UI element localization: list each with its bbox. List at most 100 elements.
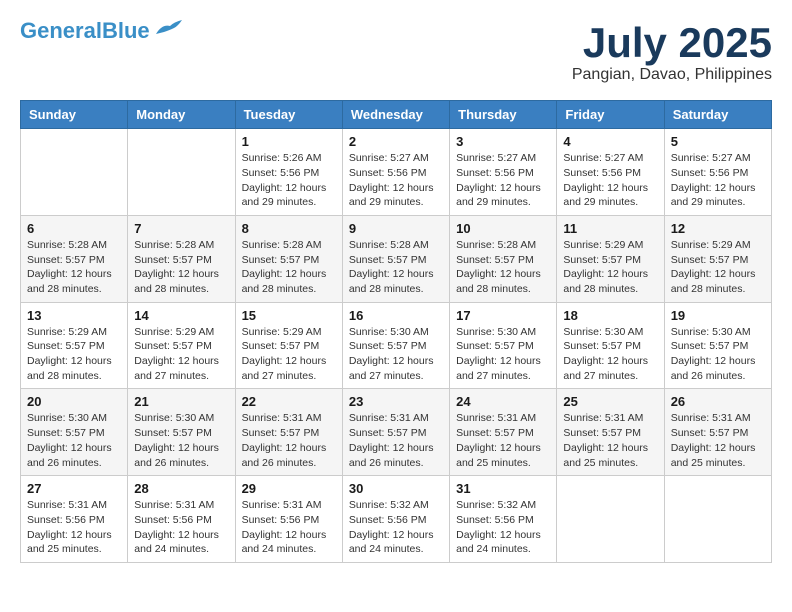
- day-number: 6: [27, 221, 121, 236]
- day-number: 26: [671, 394, 765, 409]
- calendar-week-row: 6 Sunrise: 5:28 AM Sunset: 5:57 PM Daylig…: [21, 215, 772, 302]
- day-number: 11: [563, 221, 657, 236]
- day-number: 18: [563, 308, 657, 323]
- day-info: Sunrise: 5:31 AM Sunset: 5:57 PM Dayligh…: [242, 411, 336, 470]
- calendar-cell: 7 Sunrise: 5:28 AM Sunset: 5:57 PM Daylig…: [128, 215, 235, 302]
- day-number: 1: [242, 134, 336, 149]
- day-number: 22: [242, 394, 336, 409]
- location: Pangian, Davao, Philippines: [572, 66, 772, 84]
- day-number: 5: [671, 134, 765, 149]
- day-info: Sunrise: 5:30 AM Sunset: 5:57 PM Dayligh…: [27, 411, 121, 470]
- day-info: Sunrise: 5:30 AM Sunset: 5:57 PM Dayligh…: [563, 325, 657, 384]
- day-info: Sunrise: 5:27 AM Sunset: 5:56 PM Dayligh…: [671, 151, 765, 210]
- calendar-cell: 4 Sunrise: 5:27 AM Sunset: 5:56 PM Daylig…: [557, 129, 664, 216]
- calendar-cell: 6 Sunrise: 5:28 AM Sunset: 5:57 PM Daylig…: [21, 215, 128, 302]
- weekday-header: Friday: [557, 101, 664, 129]
- day-number: 27: [27, 481, 121, 496]
- day-number: 19: [671, 308, 765, 323]
- day-info: Sunrise: 5:30 AM Sunset: 5:57 PM Dayligh…: [349, 325, 443, 384]
- weekday-header: Saturday: [664, 101, 771, 129]
- calendar-week-row: 1 Sunrise: 5:26 AM Sunset: 5:56 PM Daylig…: [21, 129, 772, 216]
- logo-bird-icon: [154, 16, 186, 38]
- calendar-cell: 1 Sunrise: 5:26 AM Sunset: 5:56 PM Daylig…: [235, 129, 342, 216]
- day-info: Sunrise: 5:30 AM Sunset: 5:57 PM Dayligh…: [456, 325, 550, 384]
- weekday-header: Thursday: [450, 101, 557, 129]
- day-number: 31: [456, 481, 550, 496]
- day-number: 13: [27, 308, 121, 323]
- day-info: Sunrise: 5:28 AM Sunset: 5:57 PM Dayligh…: [456, 238, 550, 297]
- calendar-week-row: 13 Sunrise: 5:29 AM Sunset: 5:57 PM Dayli…: [21, 302, 772, 389]
- calendar-cell: 31 Sunrise: 5:32 AM Sunset: 5:56 PM Dayli…: [450, 476, 557, 563]
- day-info: Sunrise: 5:32 AM Sunset: 5:56 PM Dayligh…: [456, 498, 550, 557]
- day-number: 28: [134, 481, 228, 496]
- calendar-cell: 3Sunrise: 5:27 AM Sunset: 5:56 PM Daylig…: [450, 129, 557, 216]
- day-info: Sunrise: 5:31 AM Sunset: 5:57 PM Dayligh…: [456, 411, 550, 470]
- day-info: Sunrise: 5:28 AM Sunset: 5:57 PM Dayligh…: [27, 238, 121, 297]
- calendar-cell: 29Sunrise: 5:31 AM Sunset: 5:56 PM Dayli…: [235, 476, 342, 563]
- calendar-cell: 28 Sunrise: 5:31 AM Sunset: 5:56 PM Dayli…: [128, 476, 235, 563]
- day-info: Sunrise: 5:29 AM Sunset: 5:57 PM Dayligh…: [563, 238, 657, 297]
- calendar-cell: [128, 129, 235, 216]
- calendar-cell: 24Sunrise: 5:31 AM Sunset: 5:57 PM Dayli…: [450, 389, 557, 476]
- day-number: 21: [134, 394, 228, 409]
- day-info: Sunrise: 5:27 AM Sunset: 5:56 PM Dayligh…: [563, 151, 657, 210]
- calendar-cell: 12 Sunrise: 5:29 AM Sunset: 5:57 PM Dayli…: [664, 215, 771, 302]
- weekday-header: Wednesday: [342, 101, 449, 129]
- calendar-cell: 14 Sunrise: 5:29 AM Sunset: 5:57 PM Dayli…: [128, 302, 235, 389]
- day-info: Sunrise: 5:31 AM Sunset: 5:56 PM Dayligh…: [134, 498, 228, 557]
- logo-text: GeneralBlue: [20, 20, 150, 42]
- calendar-cell: [21, 129, 128, 216]
- calendar-cell: 2Sunrise: 5:27 AM Sunset: 5:56 PM Daylig…: [342, 129, 449, 216]
- calendar-week-row: 20 Sunrise: 5:30 AM Sunset: 5:57 PM Dayli…: [21, 389, 772, 476]
- calendar-cell: 23Sunrise: 5:31 AM Sunset: 5:57 PM Dayli…: [342, 389, 449, 476]
- page-header: GeneralBlue July 2025 Pangian, Davao, Ph…: [20, 20, 772, 84]
- day-info: Sunrise: 5:28 AM Sunset: 5:57 PM Dayligh…: [134, 238, 228, 297]
- calendar-cell: 11 Sunrise: 5:29 AM Sunset: 5:57 PM Dayli…: [557, 215, 664, 302]
- day-info: Sunrise: 5:30 AM Sunset: 5:57 PM Dayligh…: [134, 411, 228, 470]
- day-number: 12: [671, 221, 765, 236]
- calendar-cell: 30 Sunrise: 5:32 AM Sunset: 5:56 PM Dayli…: [342, 476, 449, 563]
- day-number: 7: [134, 221, 228, 236]
- day-info: Sunrise: 5:28 AM Sunset: 5:57 PM Dayligh…: [242, 238, 336, 297]
- calendar-cell: 25 Sunrise: 5:31 AM Sunset: 5:57 PM Dayli…: [557, 389, 664, 476]
- calendar-cell: 27 Sunrise: 5:31 AM Sunset: 5:56 PM Dayli…: [21, 476, 128, 563]
- day-info: Sunrise: 5:31 AM Sunset: 5:57 PM Dayligh…: [563, 411, 657, 470]
- day-number: 15: [242, 308, 336, 323]
- calendar-cell: [557, 476, 664, 563]
- day-info: Sunrise: 5:32 AM Sunset: 5:56 PM Dayligh…: [349, 498, 443, 557]
- weekday-header: Monday: [128, 101, 235, 129]
- day-number: 23: [349, 394, 443, 409]
- day-info: Sunrise: 5:29 AM Sunset: 5:57 PM Dayligh…: [671, 238, 765, 297]
- day-number: 30: [349, 481, 443, 496]
- day-info: Sunrise: 5:29 AM Sunset: 5:57 PM Dayligh…: [27, 325, 121, 384]
- day-info: Sunrise: 5:29 AM Sunset: 5:57 PM Dayligh…: [134, 325, 228, 384]
- calendar-cell: 16 Sunrise: 5:30 AM Sunset: 5:57 PM Dayli…: [342, 302, 449, 389]
- day-info: Sunrise: 5:28 AM Sunset: 5:57 PM Dayligh…: [349, 238, 443, 297]
- day-number: 14: [134, 308, 228, 323]
- calendar-cell: 19 Sunrise: 5:30 AM Sunset: 5:57 PM Dayli…: [664, 302, 771, 389]
- day-info: Sunrise: 5:27 AM Sunset: 5:56 PM Dayligh…: [456, 151, 550, 210]
- title-area: July 2025 Pangian, Davao, Philippines: [572, 20, 772, 84]
- calendar-cell: 15 Sunrise: 5:29 AM Sunset: 5:57 PM Dayli…: [235, 302, 342, 389]
- calendar-header-row: SundayMondayTuesdayWednesdayThursdayFrid…: [21, 101, 772, 129]
- month-title: July 2025: [572, 20, 772, 66]
- day-number: 10: [456, 221, 550, 236]
- day-info: Sunrise: 5:31 AM Sunset: 5:56 PM Dayligh…: [27, 498, 121, 557]
- weekday-header: Sunday: [21, 101, 128, 129]
- day-info: Sunrise: 5:26 AM Sunset: 5:56 PM Dayligh…: [242, 151, 336, 210]
- day-info: Sunrise: 5:29 AM Sunset: 5:57 PM Dayligh…: [242, 325, 336, 384]
- day-number: 20: [27, 394, 121, 409]
- calendar-cell: 9Sunrise: 5:28 AM Sunset: 5:57 PM Daylig…: [342, 215, 449, 302]
- day-number: 4: [563, 134, 657, 149]
- calendar-cell: 5 Sunrise: 5:27 AM Sunset: 5:56 PM Daylig…: [664, 129, 771, 216]
- day-number: 25: [563, 394, 657, 409]
- calendar-cell: 8 Sunrise: 5:28 AM Sunset: 5:57 PM Daylig…: [235, 215, 342, 302]
- day-number: 29: [242, 481, 336, 496]
- day-number: 8: [242, 221, 336, 236]
- day-number: 16: [349, 308, 443, 323]
- calendar-table: SundayMondayTuesdayWednesdayThursdayFrid…: [20, 100, 772, 563]
- calendar-cell: 18 Sunrise: 5:30 AM Sunset: 5:57 PM Dayli…: [557, 302, 664, 389]
- day-info: Sunrise: 5:30 AM Sunset: 5:57 PM Dayligh…: [671, 325, 765, 384]
- calendar-cell: 26Sunrise: 5:31 AM Sunset: 5:57 PM Dayli…: [664, 389, 771, 476]
- day-info: Sunrise: 5:27 AM Sunset: 5:56 PM Dayligh…: [349, 151, 443, 210]
